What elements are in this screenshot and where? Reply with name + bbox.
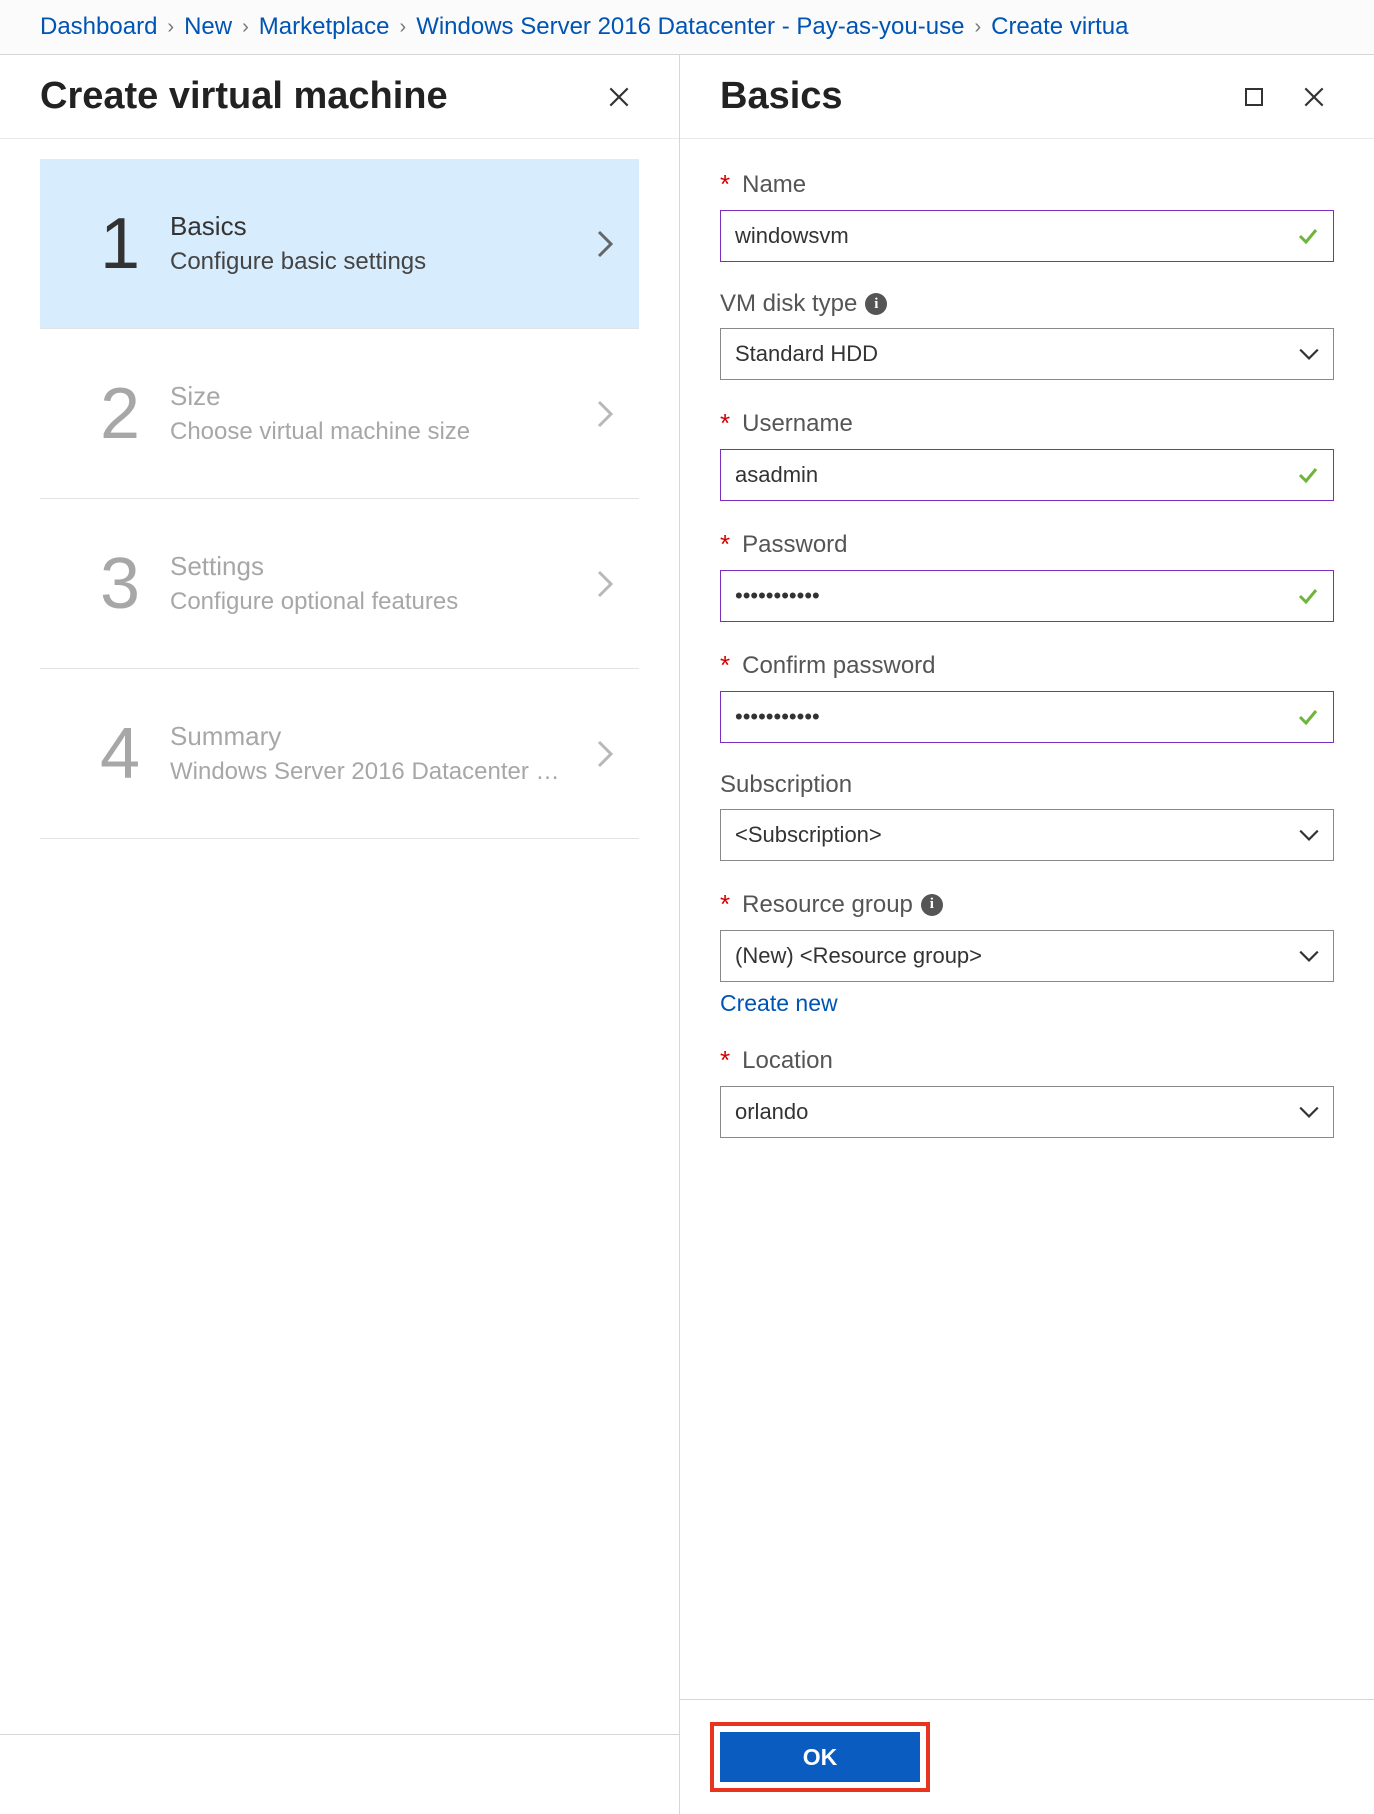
- restore-icon[interactable]: [1234, 77, 1274, 117]
- checkmark-icon: [1296, 224, 1320, 248]
- step-number: 2: [80, 373, 160, 455]
- confirm-password-label: *Confirm password: [720, 650, 1334, 681]
- name-label: *Name: [720, 169, 1334, 200]
- chevron-down-icon: [1298, 347, 1320, 361]
- step-subtitle: Choose virtual machine size: [170, 418, 596, 446]
- disk-type-label: VM disk type i: [720, 290, 1334, 318]
- step-subtitle: Windows Server 2016 Datacenter …: [170, 758, 596, 786]
- step-subtitle: Configure optional features: [170, 588, 596, 616]
- panel-footer: OK: [680, 1699, 1374, 1814]
- step-number: 1: [80, 203, 160, 285]
- create-vm-panel: Create virtual machine 1 Basics Configur…: [0, 55, 680, 1814]
- checkmark-icon: [1296, 705, 1320, 729]
- chevron-right-icon: [596, 399, 614, 429]
- username-input[interactable]: asadmin: [720, 449, 1334, 501]
- chevron-down-icon: [1298, 1105, 1320, 1119]
- close-icon[interactable]: [1294, 77, 1334, 117]
- panel-title: Basics: [720, 75, 843, 118]
- step-title: Settings: [170, 551, 596, 582]
- subscription-select[interactable]: <Subscription>: [720, 809, 1334, 861]
- breadcrumb: Dashboard › New › Marketplace › Windows …: [0, 0, 1374, 55]
- create-new-link[interactable]: Create new: [720, 990, 838, 1017]
- location-label: *Location: [720, 1045, 1334, 1076]
- chevron-right-icon: ›: [400, 16, 407, 39]
- breadcrumb-create-vm[interactable]: Create virtua: [991, 13, 1128, 41]
- checkmark-icon: [1296, 463, 1320, 487]
- chevron-right-icon: ›: [242, 16, 249, 39]
- username-label: *Username: [720, 408, 1334, 439]
- confirm-password-input[interactable]: •••••••••••: [720, 691, 1334, 743]
- breadcrumb-dashboard[interactable]: Dashboard: [40, 13, 157, 41]
- ok-highlight: OK: [710, 1722, 930, 1792]
- step-title: Summary: [170, 721, 596, 752]
- chevron-down-icon: [1298, 949, 1320, 963]
- info-icon[interactable]: i: [921, 894, 943, 916]
- panel-title: Create virtual machine: [40, 75, 448, 118]
- chevron-right-icon: ›: [974, 16, 981, 39]
- name-input[interactable]: windowsvm: [720, 210, 1334, 262]
- step-summary[interactable]: 4 Summary Windows Server 2016 Datacenter…: [40, 669, 639, 839]
- password-input[interactable]: •••••••••••: [720, 570, 1334, 622]
- step-size[interactable]: 2 Size Choose virtual machine size: [40, 329, 639, 499]
- subscription-label: Subscription: [720, 771, 1334, 799]
- left-footer: [0, 1734, 679, 1814]
- breadcrumb-new[interactable]: New: [184, 13, 232, 41]
- resource-group-select[interactable]: (New) <Resource group>: [720, 930, 1334, 982]
- close-icon[interactable]: [599, 77, 639, 117]
- step-settings[interactable]: 3 Settings Configure optional features: [40, 499, 639, 669]
- step-number: 4: [80, 713, 160, 795]
- step-basics[interactable]: 1 Basics Configure basic settings: [40, 159, 639, 329]
- step-title: Size: [170, 381, 596, 412]
- resource-group-label: *Resource group i: [720, 889, 1334, 920]
- ok-button[interactable]: OK: [720, 1732, 920, 1782]
- checkmark-icon: [1296, 584, 1320, 608]
- basics-panel: Basics *Name windowsvm: [680, 55, 1374, 1814]
- breadcrumb-offer[interactable]: Windows Server 2016 Datacenter - Pay-as-…: [416, 13, 964, 41]
- password-label: *Password: [720, 529, 1334, 560]
- location-select[interactable]: orlando: [720, 1086, 1334, 1138]
- step-subtitle: Configure basic settings: [170, 248, 596, 276]
- step-number: 3: [80, 543, 160, 625]
- info-icon[interactable]: i: [865, 293, 887, 315]
- chevron-right-icon: ›: [167, 16, 174, 39]
- disk-type-select[interactable]: Standard HDD: [720, 328, 1334, 380]
- chevron-right-icon: [596, 739, 614, 769]
- chevron-right-icon: [596, 569, 614, 599]
- chevron-down-icon: [1298, 828, 1320, 842]
- breadcrumb-marketplace[interactable]: Marketplace: [259, 13, 390, 41]
- chevron-right-icon: [596, 229, 614, 259]
- step-title: Basics: [170, 211, 596, 242]
